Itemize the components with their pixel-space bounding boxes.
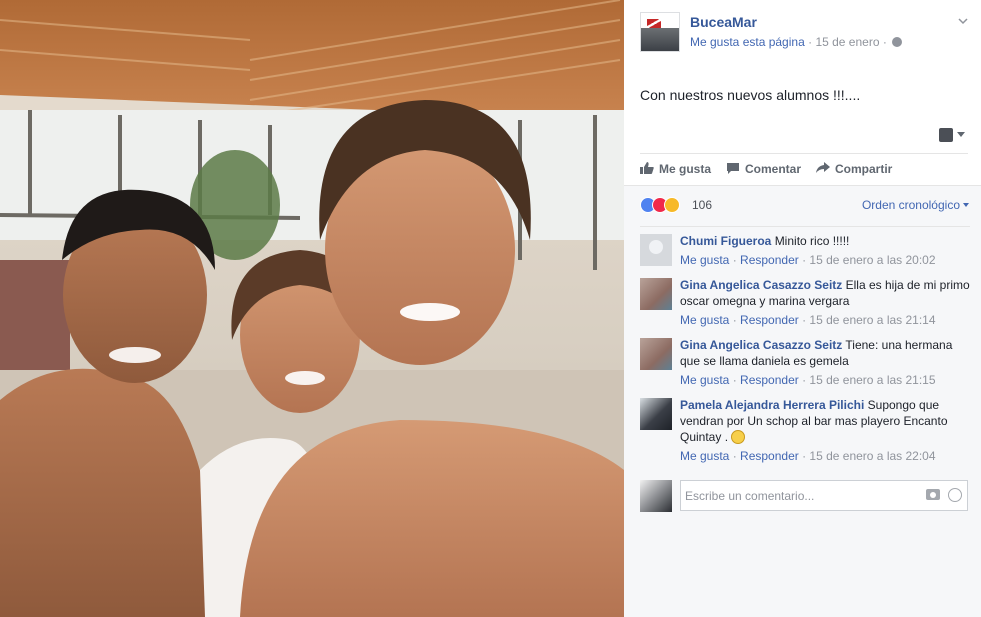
comment-like-link[interactable]: Me gusta	[680, 373, 729, 387]
comment-body: Chumi Figueroa Minito rico !!!!!	[680, 233, 970, 249]
like-button-label: Me gusta	[659, 162, 712, 176]
comment-meta: Me gusta · Responder · 15 de enero a las…	[680, 449, 936, 463]
share-icon	[816, 162, 830, 173]
comment-like-link[interactable]: Me gusta	[680, 449, 729, 463]
commenter-avatar[interactable]	[640, 234, 672, 266]
comment-author[interactable]: Chumi Figueroa	[680, 234, 771, 248]
post-panel: BuceaMar Me gusta esta página · 15 de en…	[624, 0, 981, 617]
comment-reply-link[interactable]: Responder	[740, 313, 799, 327]
comment-body: Gina Angelica Casazzo Seitz Tiene: una h…	[680, 337, 970, 369]
comment-body: Gina Angelica Casazzo Seitz Ella es hija…	[680, 277, 970, 309]
grin-emoji-icon	[731, 430, 746, 444]
comment-time[interactable]: 15 de enero a las 21:14	[809, 313, 935, 327]
selfie-photo	[0, 0, 624, 617]
comment-button-label: Comentar	[745, 162, 802, 176]
comment-reply-link[interactable]: Responder	[740, 373, 799, 387]
post-header: BuceaMar Me gusta esta página · 15 de en…	[640, 12, 970, 52]
comment-input[interactable]: Escribe un comentario...	[680, 480, 968, 511]
like-page-link[interactable]: Me gusta esta página	[690, 35, 805, 49]
commenter-avatar[interactable]	[640, 398, 672, 430]
meta-separator: ·	[882, 35, 891, 49]
comment-meta: Me gusta · Responder · 15 de enero a las…	[680, 313, 936, 327]
chevron-down-icon[interactable]	[958, 16, 968, 26]
comment-author[interactable]: Gina Angelica Casazzo Seitz	[680, 338, 842, 352]
comment-icon	[727, 163, 739, 174]
audience-selector[interactable]	[939, 128, 969, 142]
photo-viewer: BuceaMar Me gusta esta página · 15 de en…	[0, 0, 981, 617]
post-meta: Me gusta esta página · 15 de enero ·	[690, 35, 903, 49]
haha-reaction-icon	[664, 197, 680, 213]
comment-reply-link[interactable]: Responder	[740, 449, 799, 463]
commenter-avatar[interactable]	[640, 338, 672, 370]
comment-time[interactable]: 15 de enero a las 21:15	[809, 373, 935, 387]
page-avatar[interactable]	[640, 12, 680, 52]
caret-down-icon	[957, 132, 965, 137]
commenter-avatar[interactable]	[640, 278, 672, 310]
comment-time[interactable]: 15 de enero a las 22:04	[809, 449, 935, 463]
comment-meta: Me gusta · Responder · 15 de enero a las…	[680, 253, 936, 267]
camera-icon[interactable]	[926, 489, 940, 500]
feedback-section: 106 Orden cronológico Chumi Figueroa Min…	[624, 185, 981, 617]
globe-icon	[892, 37, 903, 47]
comment-order-dropdown[interactable]: Orden cronológico	[862, 198, 969, 212]
comment-body: Pamela Alejandra Herrera Pilichi Supongo…	[680, 397, 970, 445]
comment-text: Minito rico !!!!!	[774, 234, 850, 248]
comment-time[interactable]: 15 de enero a las 20:02	[809, 253, 935, 267]
post-date[interactable]: 15 de enero	[815, 35, 879, 49]
comment-list: Chumi Figueroa Minito rico !!!!! Me gust…	[640, 226, 970, 463]
post-text: Con nuestros nuevos alumnos !!!....	[640, 87, 861, 103]
like-button[interactable]: Me gusta	[640, 162, 711, 176]
dive-flag-icon	[647, 19, 661, 28]
comment-like-link[interactable]: Me gusta	[680, 253, 729, 267]
user-icon	[939, 128, 953, 142]
current-user-avatar	[640, 480, 672, 512]
comment-meta: Me gusta · Responder · 15 de enero a las…	[680, 373, 936, 387]
comment-order-label: Orden cronológico	[861, 198, 960, 212]
comment-composer: Escribe un comentario...	[640, 480, 970, 512]
post-photo[interactable]	[0, 0, 624, 617]
share-button[interactable]: Compartir	[816, 162, 892, 176]
comment-like-link[interactable]: Me gusta	[680, 313, 729, 327]
comment-author[interactable]: Pamela Alejandra Herrera Pilichi	[680, 398, 864, 412]
caret-down-icon	[963, 203, 969, 207]
reaction-count: 106	[692, 198, 713, 212]
thumbs-up-icon	[640, 162, 654, 174]
emoji-icon[interactable]	[948, 488, 962, 502]
share-button-label: Compartir	[835, 162, 893, 176]
page-name[interactable]: BuceaMar	[690, 14, 757, 30]
comment-reply-link[interactable]: Responder	[740, 253, 799, 267]
comment-author[interactable]: Gina Angelica Casazzo Seitz	[680, 278, 842, 292]
comment-button[interactable]: Comentar	[726, 162, 801, 176]
post-actions: Me gusta Comentar Compartir	[640, 153, 968, 185]
